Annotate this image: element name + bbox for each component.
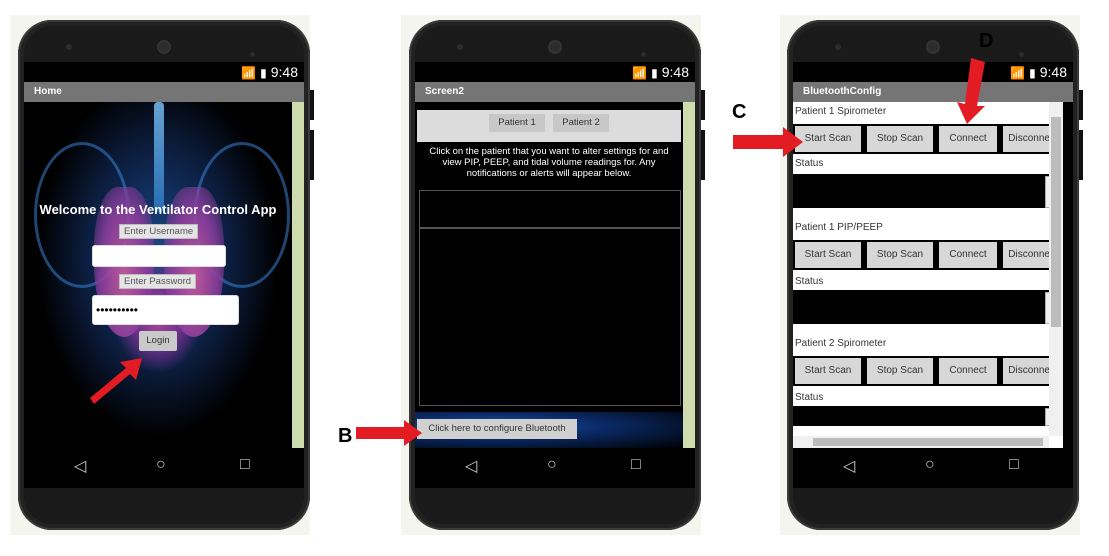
welcome-heading: Welcome to the Ventilator Control App xyxy=(39,202,277,217)
readings-box xyxy=(419,190,681,228)
button-row: Start Scan Stop Scan Connect Disconnect xyxy=(793,124,1063,154)
nav-bar: ◁ ○ □ xyxy=(415,448,695,488)
status-label: Status xyxy=(795,158,824,169)
patient-tabs: Patient 1 Patient 2 xyxy=(417,110,681,142)
home-icon[interactable]: ○ xyxy=(925,456,935,474)
battery-icon: ▮ xyxy=(260,66,267,80)
nav-bar: ◁ ○ □ xyxy=(793,448,1073,488)
side-strip xyxy=(292,102,304,448)
status-box: ▲▼ xyxy=(793,174,1063,208)
status-label: Status xyxy=(795,276,824,287)
connect-button[interactable]: Connect xyxy=(939,358,997,384)
username-label: Enter Username xyxy=(119,224,199,239)
wifi-signal-icon: 📶 xyxy=(241,66,257,80)
alerts-box xyxy=(419,228,681,406)
arrow-c-icon xyxy=(733,127,803,157)
button-row: Start Scan Stop Scan Connect Disconnect xyxy=(793,356,1063,386)
phone-home: 📶 ▮ 9:48 Home Welcome to the Ventilator Co… xyxy=(18,20,314,530)
phone-screen2: 📶 ▮ 9:48 Screen2 Patient 1 Patient 2 Click… xyxy=(409,20,705,530)
instructions-text: Click on the patient that you want to al… xyxy=(419,146,679,186)
screen-title: Screen2 xyxy=(415,82,695,102)
battery-icon: ▮ xyxy=(1029,66,1036,80)
patient1-button[interactable]: Patient 1 xyxy=(489,114,545,132)
back-icon[interactable]: ◁ xyxy=(74,456,86,476)
bluetooth-config-content: Patient 1 Spirometer Start Scan Stop Sca… xyxy=(793,102,1063,448)
nav-bar: ◁ ○ □ xyxy=(24,448,304,488)
stop-scan-button[interactable]: Stop Scan xyxy=(867,358,933,384)
start-scan-button[interactable]: Start Scan xyxy=(795,242,861,268)
home-icon[interactable]: ○ xyxy=(547,456,557,474)
back-icon[interactable]: ◁ xyxy=(843,456,855,476)
arrow-a-icon xyxy=(90,358,142,404)
screen-title: BluetoothConfig xyxy=(793,82,1073,102)
stop-scan-button[interactable]: Stop Scan xyxy=(867,126,933,152)
back-icon[interactable]: ◁ xyxy=(465,456,477,476)
phone-bluetooth-config: 📶 ▮ 9:48 BluetoothConfig Patient 1 Spirome… xyxy=(787,20,1083,530)
horizontal-scrollbar[interactable] xyxy=(793,436,1049,448)
arrow-d-icon xyxy=(957,58,985,124)
recents-icon[interactable]: □ xyxy=(1009,456,1019,474)
start-scan-button[interactable]: Start Scan xyxy=(795,358,861,384)
callout-c: C xyxy=(732,101,747,123)
configure-bluetooth-button[interactable]: Click here to configure Bluetooth xyxy=(417,419,577,439)
recents-icon[interactable]: □ xyxy=(240,456,250,474)
section-label: Patient 1 Spirometer xyxy=(795,106,887,117)
screen-title: Home xyxy=(24,82,304,102)
battery-icon: ▮ xyxy=(651,66,658,80)
arrow-b-icon xyxy=(356,420,422,446)
recents-icon[interactable]: □ xyxy=(631,456,641,474)
status-time: 9:48 xyxy=(270,64,298,80)
status-box: ▲▼ xyxy=(793,290,1063,324)
callout-a: A xyxy=(72,398,87,420)
status-bar: 📶 ▮ 9:48 xyxy=(24,62,304,82)
status-bar: 📶 ▮ 9:48 xyxy=(793,62,1073,82)
section-label: Patient 1 PIP/PEEP xyxy=(795,222,883,233)
section-label: Patient 2 Spirometer xyxy=(795,338,887,349)
stop-scan-button[interactable]: Stop Scan xyxy=(867,242,933,268)
home-icon[interactable]: ○ xyxy=(156,456,166,474)
connect-button[interactable]: Connect xyxy=(939,126,997,152)
status-label: Status xyxy=(795,392,824,403)
button-row: Start Scan Stop Scan Connect Disconnect xyxy=(793,240,1063,270)
connect-button[interactable]: Connect xyxy=(939,242,997,268)
vertical-scrollbar[interactable] xyxy=(1049,102,1063,436)
wifi-signal-icon: 📶 xyxy=(1010,66,1026,80)
status-time: 9:48 xyxy=(1039,64,1067,80)
password-field[interactable]: •••••••••• xyxy=(92,295,239,325)
callout-d: D xyxy=(979,30,994,52)
side-strip xyxy=(683,102,695,448)
password-label: Enter Password xyxy=(119,274,197,289)
status-bar: 📶 ▮ 9:48 xyxy=(415,62,695,82)
status-time: 9:48 xyxy=(661,64,689,80)
patient2-button[interactable]: Patient 2 xyxy=(553,114,609,132)
username-field[interactable] xyxy=(92,245,226,267)
wifi-signal-icon: 📶 xyxy=(632,66,648,80)
status-box: ▲ xyxy=(793,406,1063,426)
callout-b: B xyxy=(338,425,353,447)
